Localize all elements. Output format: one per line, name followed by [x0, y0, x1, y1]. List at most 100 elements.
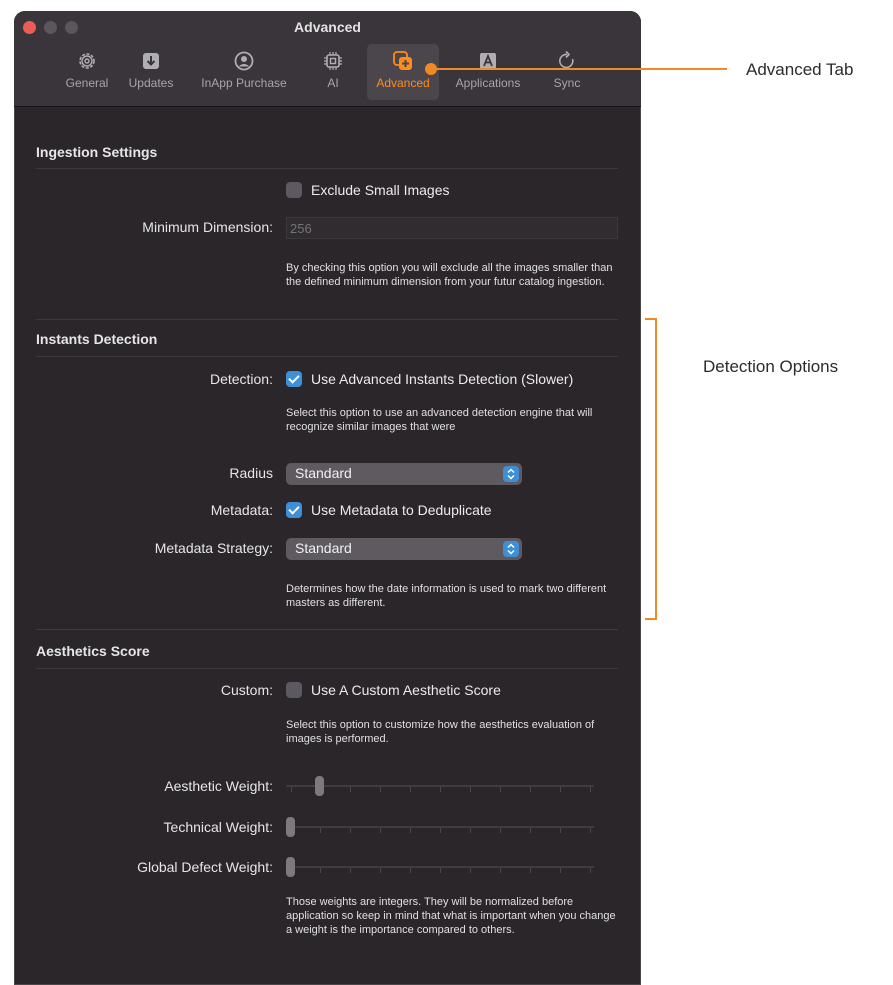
slider-tick	[410, 828, 412, 833]
select-stepper-icon	[503, 466, 519, 482]
custom-aesthetic-checkbox[interactable]: Use A Custom Aesthetic Score	[286, 682, 501, 698]
divider	[36, 168, 618, 169]
annotation-advanced-tab: Advanced Tab	[746, 60, 854, 79]
slider-tick	[469, 868, 471, 873]
slider-tick	[469, 787, 471, 792]
metadata-dedupe-checkbox[interactable]: Use Metadata to Deduplicate	[286, 502, 492, 518]
technical-weight-slider[interactable]	[286, 817, 594, 837]
checkbox-label: Use A Custom Aesthetic Score	[311, 682, 501, 698]
download-icon	[143, 53, 159, 69]
aesthetic-weight-slider[interactable]	[286, 776, 594, 796]
slider-tick	[589, 868, 591, 873]
advanced-detection-checkbox[interactable]: Use Advanced Instants Detection (Slower)	[286, 371, 573, 387]
slider-tick	[350, 787, 352, 792]
weights-help-text: Those weights are integers. They will be…	[286, 896, 616, 936]
section-title-aesthetics: Aesthetics Score	[36, 643, 150, 659]
slider-tick	[440, 828, 441, 833]
detection-help-text: Select this option to use an advanced de…	[286, 407, 593, 433]
select-stepper-icon	[503, 541, 519, 557]
slider-tick	[380, 828, 382, 833]
annotation-arrow-line	[431, 68, 727, 70]
select-value: Standard	[295, 540, 352, 556]
tab-label: Applications	[455, 76, 521, 90]
slider-tick	[529, 787, 531, 792]
slider-tick	[589, 828, 591, 833]
slider-tick	[529, 828, 531, 833]
checkbox-label: Use Advanced Instants Detection (Slower)	[311, 371, 574, 387]
select-value: Standard	[295, 465, 352, 481]
tab-updates[interactable]: Updates	[122, 44, 180, 100]
min-dimension-label: Minimum Dimension:	[142, 219, 273, 235]
slider-tick	[499, 868, 501, 873]
toolbar: Advanced General Updates InApp Purchase …	[14, 11, 641, 107]
annotation-bracket	[645, 318, 657, 620]
chip-icon	[324, 52, 342, 70]
checkbox-box[interactable]	[286, 502, 302, 518]
tab-general[interactable]: General	[58, 44, 116, 100]
tab-applications[interactable]: Applications	[446, 44, 530, 100]
checkbox-label: Use Metadata to Deduplicate	[311, 502, 492, 518]
person-circle-icon	[234, 51, 254, 71]
slider-tick	[350, 868, 352, 873]
divider	[36, 319, 618, 320]
slider-tick	[410, 868, 412, 873]
slider-tick	[290, 787, 292, 792]
checkbox-box[interactable]	[286, 182, 302, 198]
slider-thumb[interactable]	[286, 817, 295, 837]
metadata-strategy-select[interactable]: Standard	[286, 538, 522, 560]
custom-label: Custom:	[220, 682, 273, 698]
ingestion-help-text: By checking this option you will exclude…	[286, 262, 613, 288]
checkbox-box[interactable]	[286, 682, 302, 698]
slider-tick	[469, 828, 471, 833]
divider	[36, 629, 618, 630]
tab-ai[interactable]: AI	[308, 44, 358, 100]
tab-label: Sync	[553, 76, 581, 90]
divider	[36, 356, 618, 357]
slider-tick	[559, 828, 561, 833]
gear-icon	[79, 53, 95, 69]
slider-tick	[440, 787, 441, 792]
metadata-strategy-label: Metadata Strategy:	[154, 540, 273, 556]
global-defect-weight-label: Global Defect Weight:	[137, 859, 273, 875]
radius-label: Radius	[229, 465, 273, 481]
aesthetic-weight-label: Aesthetic Weight:	[164, 778, 273, 794]
slider-tick	[350, 828, 352, 833]
advanced-icon	[393, 51, 412, 70]
slider-thumb[interactable]	[315, 776, 324, 796]
min-dimension-field[interactable]	[286, 217, 618, 239]
annotation-detection-options: Detection Options	[703, 357, 839, 376]
metadata-label: Metadata:	[210, 502, 273, 518]
tab-label: Updates	[128, 76, 174, 90]
slider-tick	[529, 868, 531, 873]
tab-label: General	[65, 76, 109, 90]
radius-select[interactable]: Standard	[286, 463, 522, 485]
slider-tick	[320, 868, 322, 873]
tab-label: AI	[327, 76, 339, 90]
slider-tick	[320, 828, 322, 833]
slider-thumb[interactable]	[286, 857, 295, 877]
slider-tick	[559, 868, 561, 873]
slider-tick	[589, 787, 591, 792]
slider-tick	[380, 787, 382, 792]
tab-sync[interactable]: Sync	[542, 44, 592, 100]
divider	[36, 668, 618, 669]
slider-tick	[499, 828, 501, 833]
slider-tick	[499, 787, 501, 792]
technical-weight-label: Technical Weight:	[163, 819, 273, 835]
tab-label: InApp Purchase	[201, 76, 287, 90]
slider-tick	[559, 787, 561, 792]
tab-inapp-purchase[interactable]: InApp Purchase	[192, 44, 296, 100]
custom-help-text: Select this option to customize how the …	[286, 719, 595, 745]
preferences-window: Advanced General Updates InApp Purchase …	[14, 11, 641, 985]
checkbox-box[interactable]	[286, 371, 302, 387]
slider-tick	[380, 868, 382, 873]
detection-label: Detection:	[209, 371, 273, 387]
slider-tick	[440, 868, 441, 873]
exclude-small-images-checkbox[interactable]: Exclude Small Images	[286, 182, 450, 198]
slider-tick	[410, 787, 412, 792]
window-title: Advanced	[294, 19, 361, 35]
tab-label: Advanced	[376, 76, 430, 90]
strategy-help-text: Determines how the date information is u…	[286, 583, 607, 609]
section-title-ingestion: Ingestion Settings	[36, 144, 158, 160]
global-defect-weight-slider[interactable]	[286, 857, 594, 877]
